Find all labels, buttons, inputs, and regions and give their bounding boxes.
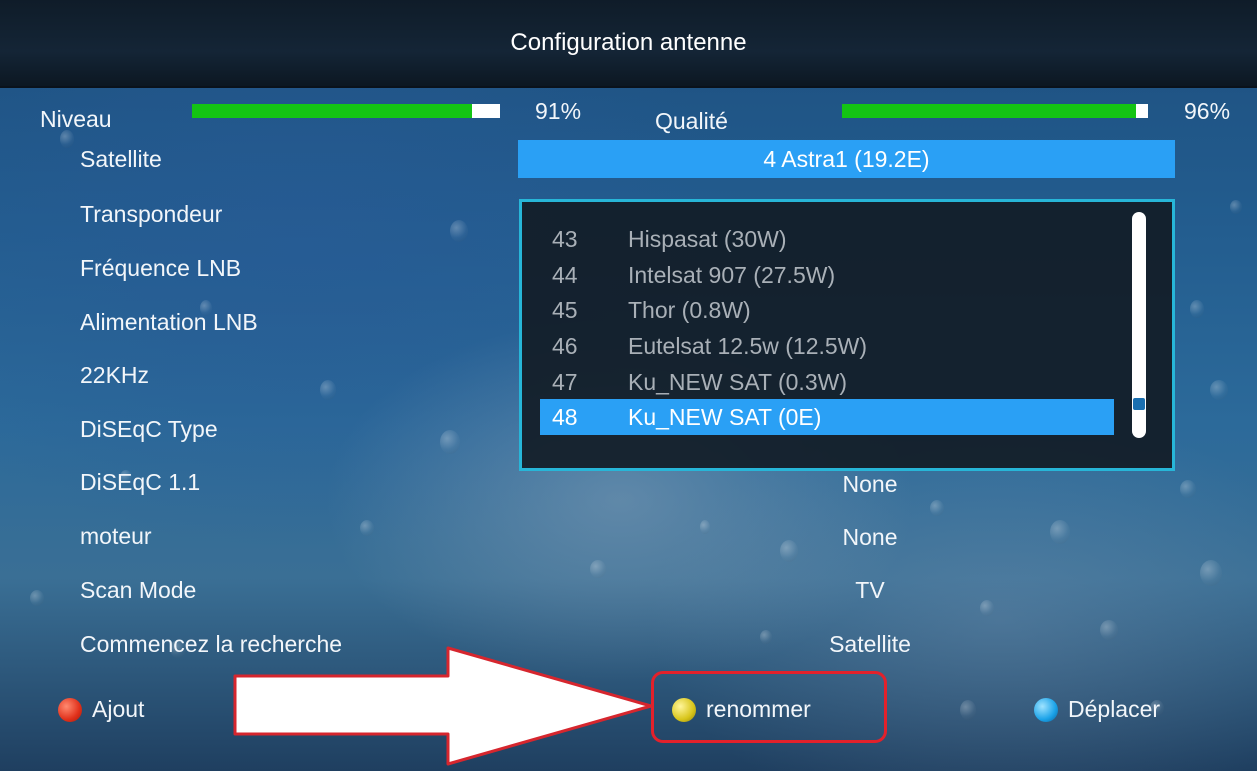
quality-value: 96% xyxy=(1184,98,1231,124)
red-button-icon xyxy=(58,697,82,722)
rename-highlight-box xyxy=(651,671,887,743)
quality-bar xyxy=(842,104,1148,118)
setting-label-satellite[interactable]: Satellite xyxy=(80,146,162,173)
setting-value-motor[interactable]: None xyxy=(720,524,1020,551)
blue-key-label: Déplacer xyxy=(1068,696,1161,722)
blue-button-icon xyxy=(1034,697,1058,722)
page-title: Configuration antenne xyxy=(510,29,747,56)
level-value: 91% xyxy=(535,98,582,124)
satellite-select[interactable]: 4 Astra1 (19.2E) xyxy=(518,140,1175,178)
setting-label-diseqc-type[interactable]: DiSEqC Type xyxy=(80,416,218,443)
setting-value-diseqc-11[interactable]: None xyxy=(720,471,1020,498)
setting-label-diseqc-11[interactable]: DiSEqC 1.1 xyxy=(80,469,200,496)
pointer-arrow-icon xyxy=(233,646,653,766)
level-bar xyxy=(192,104,500,118)
list-item-name: Thor (0.8W) xyxy=(628,296,751,323)
list-item[interactable]: 43 Hispasat (30W) xyxy=(544,221,1114,257)
title-bar: Configuration antenne xyxy=(0,0,1257,88)
list-item-number: 47 xyxy=(552,368,578,395)
list-item-name: Hispasat (30W) xyxy=(628,225,787,252)
list-item-name: Ku_NEW SAT (0.3W) xyxy=(628,368,847,395)
quality-bar-fill xyxy=(842,104,1136,118)
level-label: Niveau xyxy=(40,106,112,132)
setting-label-scan-mode[interactable]: Scan Mode xyxy=(80,577,196,604)
satellite-dropdown-list[interactable]: 43 Hispasat (30W) 44 Intelsat 907 (27.5W… xyxy=(519,199,1175,471)
list-item-number: 46 xyxy=(552,332,578,359)
level-bar-fill xyxy=(192,104,473,118)
list-item-name: Eutelsat 12.5w (12.5W) xyxy=(628,332,868,359)
setting-value-scan-mode[interactable]: TV xyxy=(720,577,1020,604)
blue-key-move-button[interactable]: Déplacer xyxy=(1034,696,1160,723)
setting-label-lnb-frequency[interactable]: Fréquence LNB xyxy=(80,255,241,282)
setting-label-22khz[interactable]: 22KHz xyxy=(80,362,149,389)
list-scrollbar[interactable] xyxy=(1132,212,1146,438)
list-item[interactable]: 45 Thor (0.8W) xyxy=(544,292,1114,328)
list-item-number: 43 xyxy=(552,225,578,252)
list-item-selected[interactable]: 48 Ku_NEW SAT (0E) xyxy=(540,399,1114,435)
list-item-number: 48 xyxy=(552,403,578,430)
setting-label-transponder[interactable]: Transpondeur xyxy=(80,201,222,228)
red-key-label: Ajout xyxy=(92,696,145,722)
list-item-name: Intelsat 907 (27.5W) xyxy=(628,261,836,288)
quality-label: Qualité xyxy=(655,108,728,134)
list-item[interactable]: 44 Intelsat 907 (27.5W) xyxy=(544,257,1114,293)
list-item[interactable]: 47 Ku_NEW SAT (0.3W) xyxy=(544,364,1114,400)
setting-label-motor[interactable]: moteur xyxy=(80,523,152,550)
red-key-add-button[interactable]: Ajout xyxy=(58,696,144,723)
list-item-name: Ku_NEW SAT (0E) xyxy=(628,403,822,430)
setting-value-start-search[interactable]: Satellite xyxy=(720,631,1020,658)
setting-label-lnb-power[interactable]: Alimentation LNB xyxy=(80,309,258,336)
list-item-number: 44 xyxy=(552,261,578,288)
satellite-select-value: 4 Astra1 (19.2E) xyxy=(763,145,930,172)
list-item[interactable]: 46 Eutelsat 12.5w (12.5W) xyxy=(544,328,1114,364)
list-scrollbar-thumb[interactable] xyxy=(1133,398,1145,410)
list-item-number: 45 xyxy=(552,296,578,323)
